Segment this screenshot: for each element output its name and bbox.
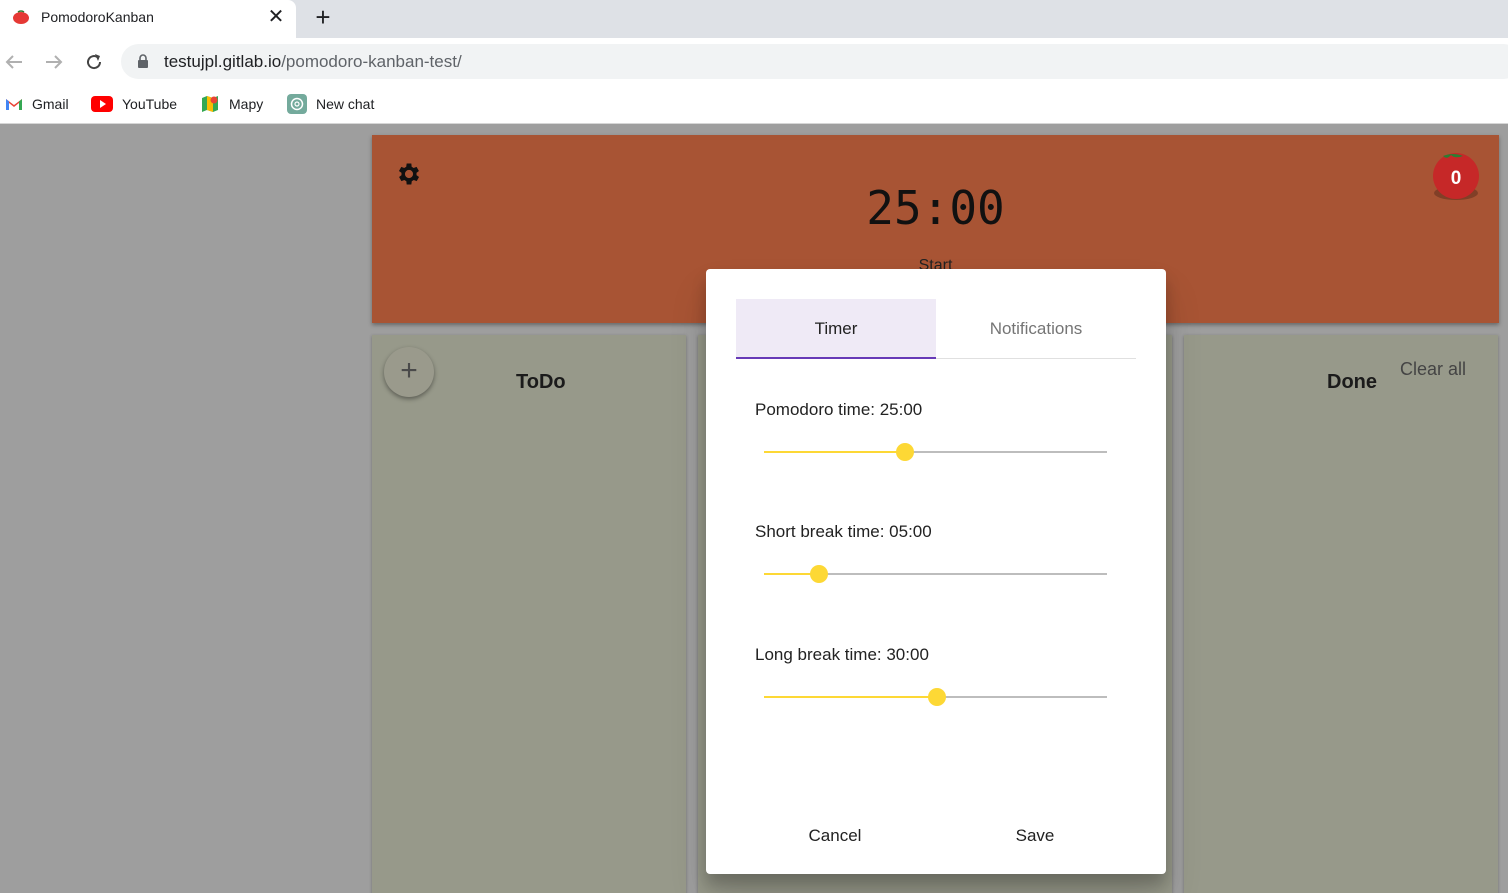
- bookmark-new-chat[interactable]: New chat: [287, 93, 374, 115]
- save-button[interactable]: Save: [975, 822, 1095, 850]
- url-text: testujpl.gitlab.io/pomodoro-kanban-test/: [164, 52, 462, 72]
- long-break-time-label: Long break time: 30:00: [755, 645, 929, 664]
- pomodoro-time-label: Pomodoro time: 25:00: [755, 400, 923, 419]
- lock-icon: [138, 54, 148, 68]
- slider-thumb[interactable]: [928, 688, 947, 706]
- slider-fill: [764, 696, 938, 698]
- url-path: /pomodoro-kanban-test/: [281, 52, 462, 71]
- new-tab-button[interactable]: +: [312, 4, 334, 30]
- slider-thumb[interactable]: [809, 565, 828, 583]
- browser-tab[interactable]: PomodoroKanban ✕: [0, 0, 296, 38]
- bookmark-youtube[interactable]: YouTube: [91, 93, 177, 115]
- url-host: testujpl.gitlab.io: [164, 52, 282, 71]
- settings-dialog: Timer Notifications Pomodoro time: 25:00…: [706, 269, 1166, 874]
- done-title: Done: [1327, 371, 1377, 393]
- clear-all-button[interactable]: Clear all: [1400, 359, 1466, 380]
- bookmarks-bar: Gmail YouTube Mapy New chat: [0, 86, 1508, 124]
- timer-display: 25:00: [866, 181, 1005, 235]
- tomato-favicon-icon: [13, 10, 29, 24]
- bookmark-label: New chat: [316, 96, 375, 112]
- tab-title: PomodoroKanban: [41, 9, 154, 25]
- bookmark-mapy[interactable]: Mapy: [200, 93, 263, 115]
- long-break-time-slider[interactable]: [764, 687, 1107, 707]
- short-break-time-label: Short break time: 05:00: [755, 522, 932, 541]
- todo-title: ToDo: [516, 371, 566, 393]
- tab-notifications[interactable]: Notifications: [936, 299, 1136, 359]
- reload-icon[interactable]: [82, 50, 106, 74]
- slider-thumb[interactable]: [895, 443, 914, 461]
- tab-close-icon[interactable]: ✕: [266, 6, 286, 28]
- pomodoro-count: 0: [1450, 168, 1462, 189]
- slider-fill: [764, 451, 905, 453]
- back-arrow-icon[interactable]: [2, 50, 26, 74]
- done-column: Clear all Done: [1184, 335, 1498, 893]
- chatgpt-icon: [287, 94, 307, 114]
- dialog-tabs: Timer Notifications: [736, 299, 1136, 359]
- maps-icon: [202, 96, 218, 112]
- forward-arrow-icon[interactable]: [42, 50, 66, 74]
- gmail-icon: [6, 99, 22, 110]
- address-bar[interactable]: testujpl.gitlab.io/pomodoro-kanban-test/: [121, 44, 1508, 79]
- bookmark-label: Mapy: [229, 96, 264, 112]
- youtube-icon: [91, 96, 113, 112]
- bookmark-gmail[interactable]: Gmail: [5, 93, 69, 115]
- browser-toolbar: testujpl.gitlab.io/pomodoro-kanban-test/: [0, 38, 1508, 86]
- tab-timer[interactable]: Timer: [736, 299, 936, 359]
- cancel-button[interactable]: Cancel: [775, 822, 895, 850]
- pomodoro-time-slider[interactable]: [764, 442, 1107, 462]
- browser-tabstrip: PomodoroKanban ✕ +: [0, 0, 1508, 38]
- bookmark-label: Gmail: [32, 96, 69, 112]
- add-task-button[interactable]: +: [384, 347, 434, 397]
- bookmark-label: YouTube: [122, 96, 178, 112]
- todo-column: + ToDo: [372, 335, 686, 893]
- short-break-time-slider[interactable]: [764, 564, 1107, 584]
